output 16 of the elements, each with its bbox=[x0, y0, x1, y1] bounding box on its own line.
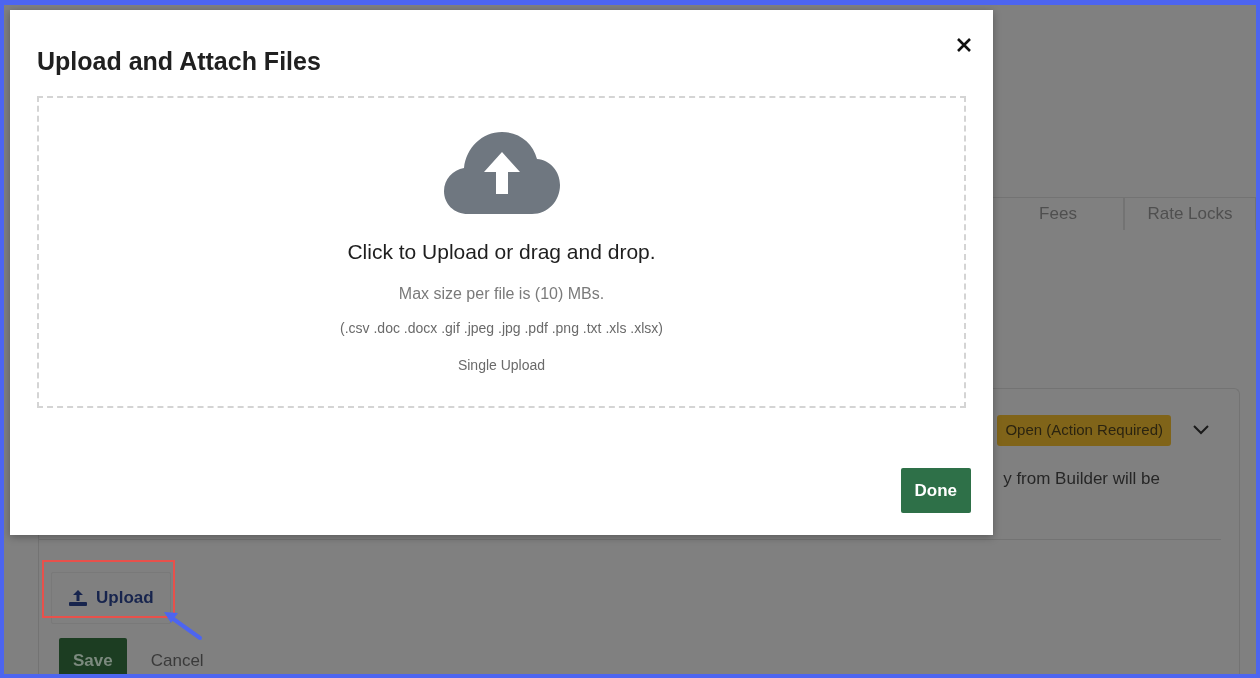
modal-title: Upload and Attach Files bbox=[37, 46, 321, 76]
upload-mode-text: Single Upload bbox=[457, 355, 546, 375]
upload-prompt: Click to Upload or drag and drop. bbox=[347, 239, 656, 265]
cloud-upload-icon bbox=[443, 132, 560, 214]
file-types-text: (.csv .doc .docx .gif .jpeg .jpg .pdf .png .txt .xls .xlsx) bbox=[340, 318, 663, 338]
close-button[interactable] bbox=[955, 36, 973, 54]
size-limit-text: Max size per file is (10) MBs. bbox=[398, 283, 605, 304]
upload-button[interactable]: Upload bbox=[51, 572, 171, 624]
description-text: y from Builder will be bbox=[1003, 467, 1160, 490]
save-button[interactable]: Save bbox=[59, 637, 127, 674]
status-badge: Open (Action Required) bbox=[997, 415, 1171, 446]
cancel-link[interactable]: Cancel bbox=[150, 647, 204, 673]
done-button[interactable]: Done bbox=[900, 467, 971, 513]
dropzone[interactable]: Click to Upload or drag and drop. Max size per file is (10) MBs. (.csv .doc .docx .gif .jpeg .jpg .pdf .png .txt .xls .xlsx) Single Upload bbox=[37, 96, 966, 408]
upload-icon bbox=[68, 588, 88, 607]
chevron-down-icon[interactable] bbox=[1193, 425, 1209, 436]
